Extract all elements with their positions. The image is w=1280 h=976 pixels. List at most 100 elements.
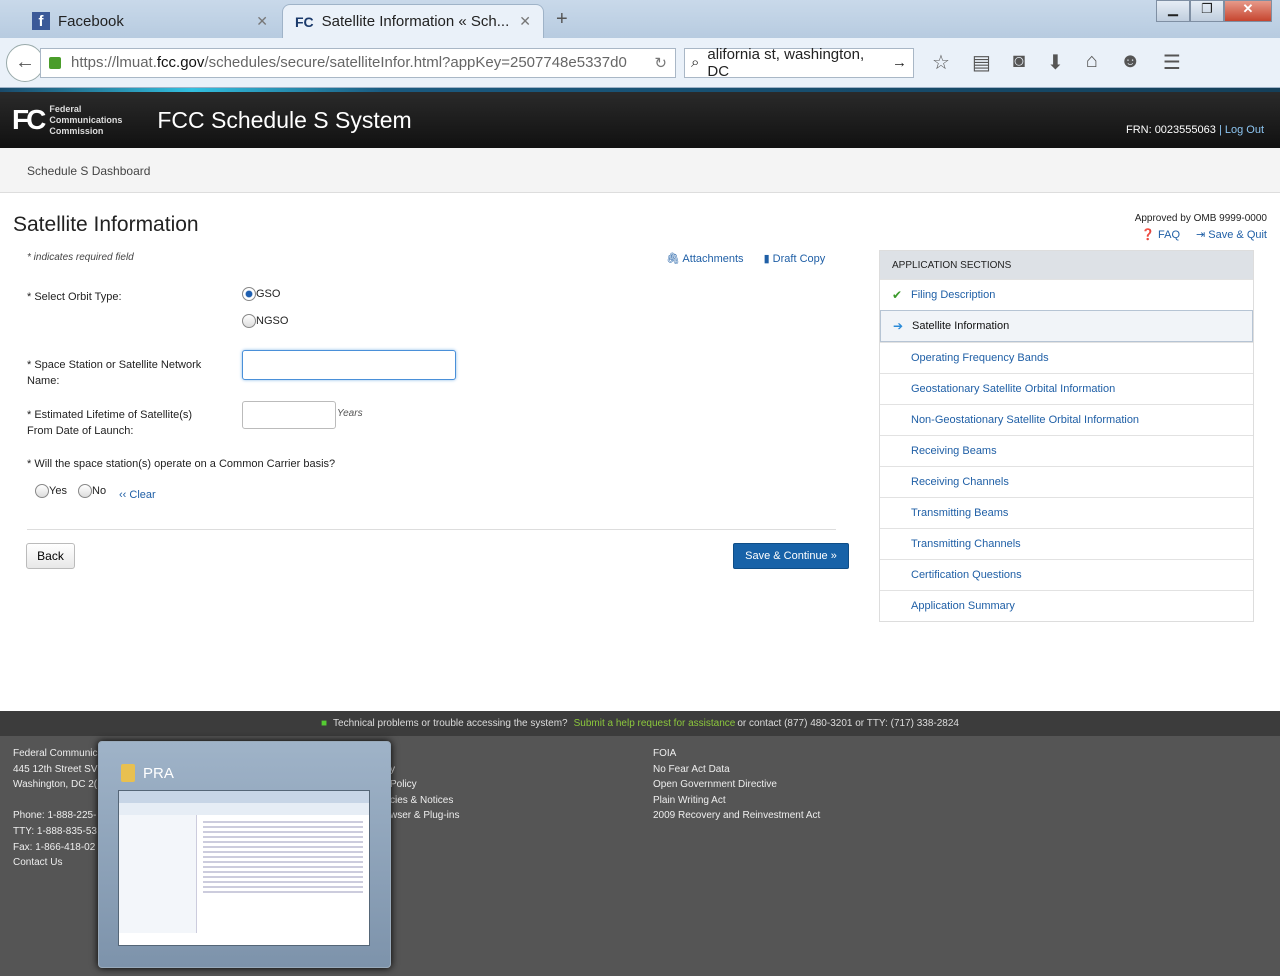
- radio-button[interactable]: [35, 484, 49, 498]
- section-ngso-orbital-info[interactable]: Non-Geostationary Satellite Orbital Info…: [880, 404, 1253, 435]
- plain-writing-link[interactable]: Plain Writing Act: [653, 793, 820, 809]
- download-icon[interactable]: ⬇: [1047, 50, 1064, 75]
- back-button[interactable]: ←: [6, 43, 44, 82]
- fcc-logo[interactable]: FC Federal Communications Commission: [12, 104, 129, 137]
- save-quit-link[interactable]: ⇥ Save & Quit: [1196, 228, 1267, 241]
- section-satellite-information[interactable]: ➔ Satellite Information: [880, 310, 1253, 342]
- section-receiving-channels[interactable]: Receiving Channels: [880, 466, 1253, 497]
- logout-link[interactable]: Log Out: [1225, 124, 1264, 136]
- orbit-ngso-radio[interactable]: NGSO: [242, 314, 288, 328]
- section-label: Certification Questions: [911, 569, 1022, 581]
- help-contact: or contact (877) 480-3201 or TTY: (717) …: [737, 718, 959, 729]
- bookmark-star-icon[interactable]: ☆: [932, 50, 950, 75]
- footer-text: Phone: 1-888-225-: [13, 810, 97, 822]
- section-transmitting-channels[interactable]: Transmitting Channels: [880, 528, 1253, 559]
- search-value: alifornia st, washington, DC: [707, 45, 865, 80]
- footer-text: TTY: 1-888-835-53: [13, 825, 97, 837]
- go-arrow-icon[interactable]: →: [892, 54, 907, 71]
- years-unit: Years: [337, 408, 363, 419]
- carrier-no-radio[interactable]: No: [78, 484, 106, 498]
- section-label: Satellite Information: [912, 320, 1010, 332]
- tab-label: Facebook: [58, 12, 124, 30]
- footer-link[interactable]: wser & Plug-ins: [390, 808, 459, 824]
- radio-button[interactable]: [242, 287, 256, 301]
- new-tab-button[interactable]: +: [556, 8, 568, 31]
- url-bar[interactable]: https://lmuat. fcc.gov/schedules/secure/s…: [40, 47, 676, 78]
- section-gso-orbital-info[interactable]: Geostationary Satellite Orbital Informat…: [880, 373, 1253, 404]
- help-request-link[interactable]: Submit a help request for assistance: [574, 718, 736, 729]
- section-label: Receiving Beams: [911, 445, 997, 457]
- facebook-icon: f: [32, 12, 50, 30]
- site-title: FCC Schedule S System: [157, 106, 412, 133]
- orbit-gso-radio[interactable]: GSO: [242, 287, 280, 301]
- url-domain: fcc.gov: [156, 54, 205, 71]
- common-carrier-label: * Will the space station(s) operate on a…: [27, 458, 336, 470]
- section-certification-questions[interactable]: Certification Questions: [880, 559, 1253, 590]
- pocket-icon[interactable]: ◙: [1013, 50, 1025, 75]
- search-bar[interactable]: ⌕ alifornia st, washington, DC →: [684, 45, 914, 80]
- network-name-label: * Space Station or Satellite Network Nam…: [27, 359, 202, 387]
- footer-link[interactable]: cies & Notices: [390, 793, 459, 809]
- menu-icon[interactable]: ☰: [1163, 50, 1181, 75]
- section-transmitting-beams[interactable]: Transmitting Beams: [880, 497, 1253, 528]
- clear-link[interactable]: ‹‹ Clear: [119, 489, 156, 501]
- section-label: Application Summary: [911, 600, 1015, 612]
- open-gov-link[interactable]: Open Government Directive: [653, 777, 820, 793]
- no-fear-link[interactable]: No Fear Act Data: [653, 762, 820, 778]
- section-application-summary[interactable]: Application Summary: [880, 590, 1253, 621]
- window-thumbnail: [118, 790, 370, 946]
- fcc-logo-mark: FC: [12, 104, 46, 135]
- faq-link[interactable]: ❓ FAQ: [1141, 228, 1180, 241]
- radio-button[interactable]: [78, 484, 92, 498]
- maximize-button[interactable]: ❐: [1190, 0, 1224, 22]
- tab-satellite-information[interactable]: FC Satellite Information « Sch... ✕: [282, 4, 544, 38]
- carrier-yes-radio[interactable]: Yes: [35, 484, 67, 498]
- radio-label: GSO: [256, 287, 281, 300]
- footer-link[interactable]: Policy: [390, 777, 459, 793]
- network-name-input[interactable]: [242, 350, 456, 380]
- radio-label: Yes: [49, 484, 67, 497]
- home-icon[interactable]: ⌂: [1086, 50, 1098, 75]
- required-note: * indicates required field: [27, 252, 134, 263]
- preview-title: PRA: [143, 764, 174, 782]
- site-header: FC Federal Communications Commission FCC …: [0, 92, 1280, 148]
- chat-icon: ■: [321, 718, 328, 729]
- close-tab-icon[interactable]: ✕: [256, 13, 268, 30]
- radio-label: NGSO: [256, 314, 289, 327]
- back-button[interactable]: Back: [26, 543, 75, 569]
- page-title: Satellite Information: [13, 213, 199, 236]
- save-continue-button[interactable]: Save & Continue »: [733, 543, 849, 569]
- recovery-act-link[interactable]: 2009 Recovery and Reinvestment Act: [653, 808, 820, 824]
- arrow-right-icon: ➔: [893, 319, 904, 333]
- footer-text: Federal Communic: [13, 748, 98, 759]
- dashboard-link[interactable]: Schedule S Dashboard: [27, 164, 150, 178]
- close-window-button[interactable]: ✕: [1224, 0, 1272, 22]
- section-filing-description[interactable]: ✔ Filing Description: [880, 279, 1253, 310]
- section-label: Transmitting Channels: [911, 538, 1021, 550]
- section-label: Non-Geostationary Satellite Orbital Info…: [911, 414, 1140, 426]
- footer-text: 445 12th Street SV: [13, 763, 98, 775]
- taskbar-preview-window[interactable]: PRA: [98, 741, 391, 968]
- omb-approval: Approved by OMB 9999-0000: [1134, 213, 1267, 224]
- section-operating-frequency-bands[interactable]: Operating Frequency Bands: [880, 342, 1253, 373]
- foia-link[interactable]: FOIA: [653, 746, 820, 762]
- draft-copy-link[interactable]: ▮ Draft Copy: [764, 252, 826, 265]
- contact-us-link[interactable]: Contact Us: [13, 855, 98, 871]
- close-tab-icon[interactable]: ✕: [519, 13, 531, 30]
- attachments-link[interactable]: 🖇 Attachments: [666, 252, 744, 265]
- footer-link[interactable]: y: [390, 762, 459, 778]
- tab-facebook[interactable]: f Facebook ✕: [20, 4, 280, 38]
- section-label: Geostationary Satellite Orbital Informat…: [911, 383, 1116, 395]
- section-receiving-beams[interactable]: Receiving Beams: [880, 435, 1253, 466]
- smiley-icon[interactable]: ☻: [1120, 50, 1141, 75]
- bookmarks-list-icon[interactable]: ▤: [972, 50, 991, 75]
- minimize-button[interactable]: ▁: [1156, 0, 1190, 22]
- reload-icon[interactable]: ↻: [654, 54, 667, 72]
- radio-button[interactable]: [242, 314, 256, 328]
- help-text: Technical problems or trouble accessing …: [333, 718, 568, 729]
- lifetime-input[interactable]: [242, 401, 336, 429]
- lifetime-label: * Estimated Lifetime of Satellite(s) Fro…: [27, 409, 193, 437]
- divider: [27, 529, 836, 530]
- url-suffix: /schedules/secure/satelliteInfor.html?ap…: [204, 54, 627, 71]
- subnav: Schedule S Dashboard: [0, 148, 1280, 193]
